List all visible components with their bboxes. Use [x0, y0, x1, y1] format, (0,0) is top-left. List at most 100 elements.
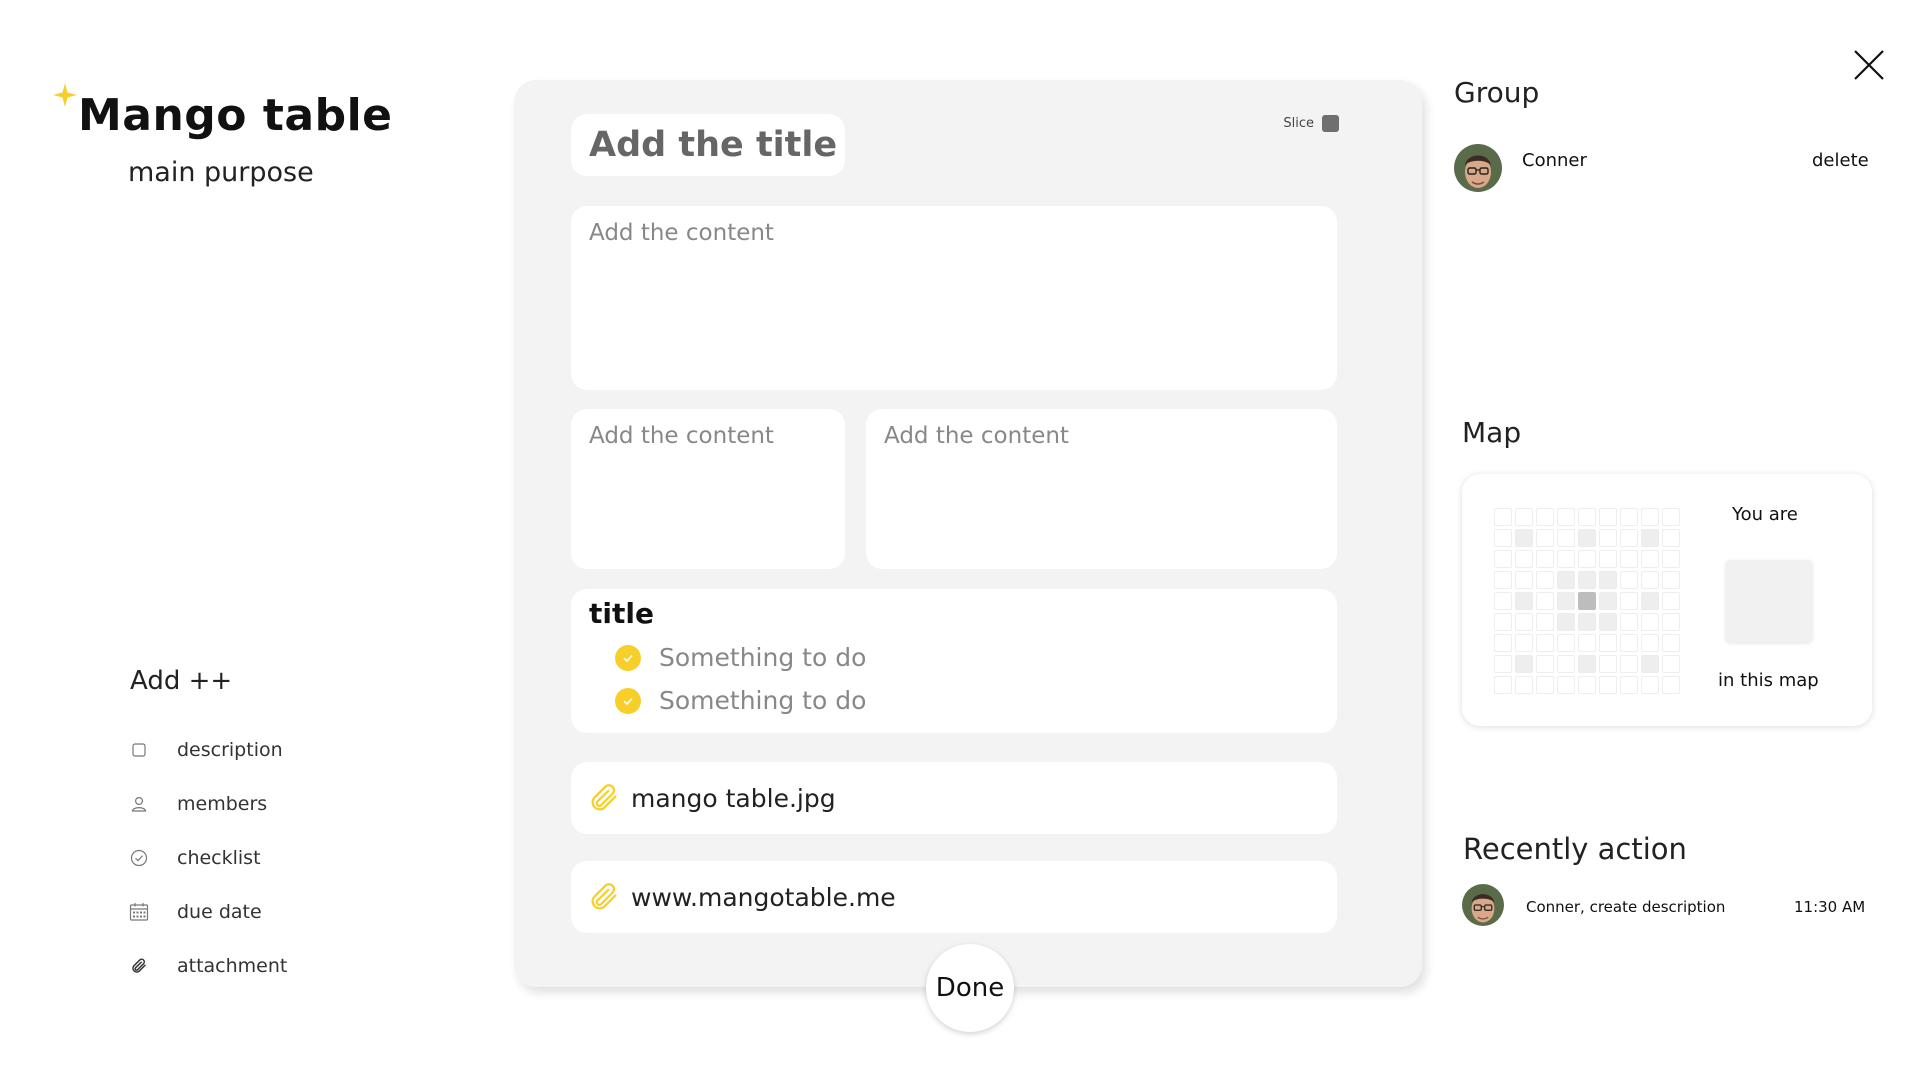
map-cell[interactable] — [1599, 676, 1617, 694]
map-cell[interactable] — [1662, 550, 1680, 568]
map-cell[interactable] — [1515, 613, 1533, 631]
add-attachment-button[interactable]: attachment — [128, 952, 287, 980]
map-cell[interactable] — [1578, 550, 1596, 568]
map-cell[interactable] — [1662, 508, 1680, 526]
title-input[interactable]: Add the title — [571, 114, 845, 176]
map-cell[interactable] — [1515, 592, 1533, 610]
map-cell[interactable] — [1494, 508, 1512, 526]
map-cell[interactable] — [1662, 676, 1680, 694]
map-cell[interactable] — [1599, 529, 1617, 547]
map-cell[interactable] — [1620, 676, 1638, 694]
map-cell[interactable] — [1599, 571, 1617, 589]
map-cell[interactable] — [1620, 550, 1638, 568]
map-cell[interactable] — [1515, 571, 1533, 589]
map-cell[interactable] — [1515, 529, 1533, 547]
content-field-main[interactable]: Add the content — [571, 206, 1337, 390]
map-cell[interactable] — [1641, 571, 1659, 589]
map-cell[interactable] — [1557, 655, 1575, 673]
delete-member-button[interactable]: delete — [1812, 150, 1869, 171]
map-cell[interactable] — [1557, 676, 1575, 694]
map-cell[interactable] — [1557, 571, 1575, 589]
map-cell[interactable] — [1662, 634, 1680, 652]
done-button[interactable]: Done — [926, 944, 1014, 1032]
map-cell[interactable] — [1494, 571, 1512, 589]
map-cell[interactable] — [1662, 529, 1680, 547]
map-cell[interactable] — [1536, 613, 1554, 631]
map-cell[interactable] — [1515, 676, 1533, 694]
map-cell[interactable] — [1578, 508, 1596, 526]
map-cell[interactable] — [1641, 592, 1659, 610]
map-cell[interactable] — [1494, 550, 1512, 568]
map-cell[interactable] — [1494, 529, 1512, 547]
map-cell[interactable] — [1536, 529, 1554, 547]
map-cell[interactable] — [1641, 613, 1659, 631]
map-cell[interactable] — [1494, 676, 1512, 694]
map-cell[interactable] — [1620, 613, 1638, 631]
add-checklist-button[interactable]: checklist — [128, 844, 261, 872]
map-cell[interactable] — [1536, 676, 1554, 694]
map-cell[interactable] — [1620, 634, 1638, 652]
map-cell[interactable] — [1515, 550, 1533, 568]
map-cell[interactable] — [1536, 655, 1554, 673]
check-icon[interactable] — [615, 687, 641, 714]
map-cell[interactable] — [1557, 508, 1575, 526]
map-grid[interactable] — [1494, 508, 1680, 694]
check-icon[interactable] — [615, 644, 641, 671]
map-cell[interactable] — [1557, 550, 1575, 568]
content-field-right[interactable]: Add the content — [866, 409, 1337, 569]
map-cell[interactable] — [1662, 655, 1680, 673]
map-cell[interactable] — [1620, 655, 1638, 673]
map-cell[interactable] — [1494, 634, 1512, 652]
map-cell[interactable] — [1599, 550, 1617, 568]
map-cell[interactable] — [1515, 655, 1533, 673]
attachment-item[interactable]: mango table.jpg — [571, 762, 1337, 834]
map-cell[interactable] — [1578, 655, 1596, 673]
map-cell[interactable] — [1536, 550, 1554, 568]
slice-checkbox[interactable] — [1322, 115, 1339, 132]
map-cell[interactable] — [1494, 613, 1512, 631]
map-cell[interactable] — [1557, 529, 1575, 547]
map-cell[interactable] — [1557, 613, 1575, 631]
add-members-button[interactable]: members — [128, 790, 267, 818]
map-cell[interactable] — [1620, 508, 1638, 526]
map-cell[interactable] — [1494, 592, 1512, 610]
close-icon[interactable] — [1852, 48, 1886, 82]
content-field-left[interactable]: Add the content — [571, 409, 845, 569]
map-cell[interactable] — [1620, 571, 1638, 589]
map-cell[interactable] — [1578, 571, 1596, 589]
map-cell[interactable] — [1641, 634, 1659, 652]
map-cell[interactable] — [1494, 655, 1512, 673]
checklist-item[interactable]: Something to do — [615, 643, 866, 672]
map-cell[interactable] — [1536, 508, 1554, 526]
map-cell[interactable] — [1557, 592, 1575, 610]
map-cell[interactable] — [1536, 634, 1554, 652]
map-cell[interactable] — [1578, 592, 1596, 610]
slice-toggle[interactable]: Slice — [1283, 115, 1339, 132]
map-cell[interactable] — [1578, 634, 1596, 652]
map-cell[interactable] — [1599, 592, 1617, 610]
map-cell[interactable] — [1557, 634, 1575, 652]
checklist-item[interactable]: Something to do — [615, 686, 866, 715]
add-due-date-button[interactable]: due date — [128, 898, 262, 926]
map-cell[interactable] — [1578, 676, 1596, 694]
map-cell[interactable] — [1515, 508, 1533, 526]
add-description-button[interactable]: description — [128, 736, 283, 764]
map-cell[interactable] — [1599, 634, 1617, 652]
map-cell[interactable] — [1536, 592, 1554, 610]
map-cell[interactable] — [1599, 613, 1617, 631]
map-cell[interactable] — [1662, 571, 1680, 589]
map-cell[interactable] — [1662, 592, 1680, 610]
map-cell[interactable] — [1641, 655, 1659, 673]
map-cell[interactable] — [1599, 508, 1617, 526]
map-cell[interactable] — [1578, 613, 1596, 631]
map-cell[interactable] — [1515, 634, 1533, 652]
map-cell[interactable] — [1641, 676, 1659, 694]
map-cell[interactable] — [1641, 550, 1659, 568]
map-cell[interactable] — [1641, 529, 1659, 547]
map-cell[interactable] — [1620, 529, 1638, 547]
map-cell[interactable] — [1641, 508, 1659, 526]
map-cell[interactable] — [1536, 571, 1554, 589]
attachment-item[interactable]: www.mangotable.me — [571, 861, 1337, 933]
map-cell[interactable] — [1578, 529, 1596, 547]
map-cell[interactable] — [1662, 613, 1680, 631]
